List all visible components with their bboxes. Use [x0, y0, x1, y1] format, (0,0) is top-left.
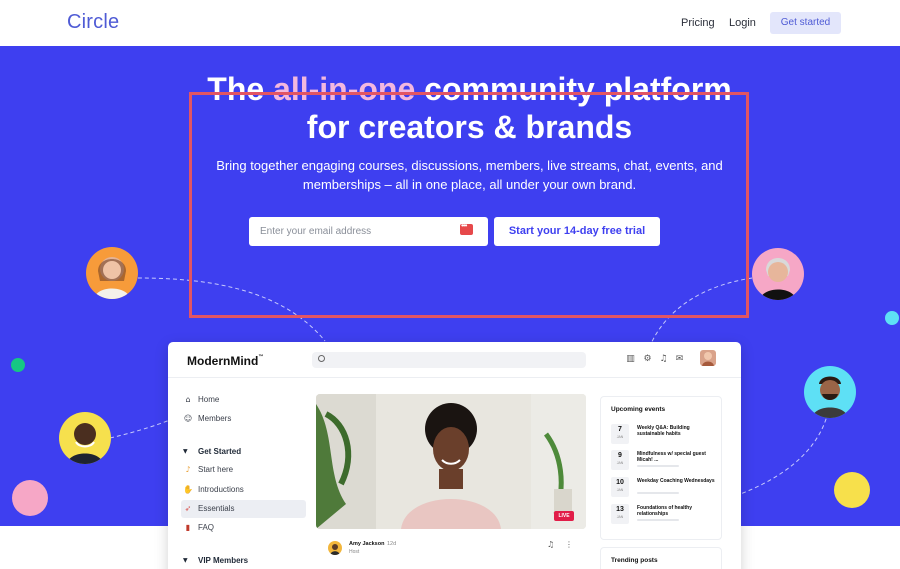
avatar-man-right	[804, 366, 856, 418]
post-author-name[interactable]: Amy Jackson	[349, 541, 384, 547]
chat-icon[interactable]: ✉	[674, 354, 685, 365]
sidebar-item-home[interactable]: ⌂ Home	[181, 391, 306, 409]
more-options-icon[interactable]: ⋮	[565, 540, 573, 549]
nav-link-pricing[interactable]: Pricing	[681, 17, 715, 29]
user-avatar[interactable]	[700, 350, 716, 366]
app-brand: ModernMind™	[187, 354, 264, 368]
home-icon: ⌂	[185, 395, 191, 404]
notification-bell-icon[interactable]: ♫	[547, 540, 554, 549]
highlight-annotation	[189, 92, 749, 318]
event-item[interactable]: 9 JAN Mindfulness w/ special guest Micah!…	[611, 450, 716, 472]
headphones-icon: ♪	[185, 465, 191, 474]
event-date: 9 JAN	[611, 450, 629, 470]
trending-title: Trending posts	[611, 557, 658, 564]
settings-icon[interactable]: ⚙	[642, 354, 653, 365]
green-dot	[11, 358, 25, 372]
event-item[interactable]: 10 JAN Weekday Coaching Wednesdays	[611, 477, 716, 499]
sidebar-item-essentials[interactable]: ➶ Essentials	[181, 500, 306, 518]
connector-right-bottom	[734, 411, 829, 497]
event-date: 10 JAN	[611, 477, 629, 497]
sidebar-item-introductions[interactable]: ✋ Introductions	[181, 481, 306, 499]
top-navigation: Circle Pricing Login Get started	[0, 0, 900, 46]
video-scene	[316, 394, 586, 529]
get-started-button[interactable]: Get started	[770, 12, 841, 34]
app-sidebar: ⌂ Home ☺ Members ▼ Get Started ♪ Start here …	[168, 378, 313, 569]
avatar-man-left	[59, 412, 111, 464]
connector-left-bottom	[109, 417, 176, 439]
yellow-dot	[834, 472, 870, 508]
event-date: 7 JAN	[611, 424, 629, 444]
book-icon: ▮	[185, 523, 191, 532]
search-icon	[318, 355, 325, 362]
cyan-dot	[885, 311, 899, 325]
trending-posts-card: Trending posts	[600, 547, 722, 569]
post-author-avatar[interactable]	[328, 541, 342, 555]
live-badge: LIVE	[554, 511, 574, 521]
analytics-icon[interactable]: ▥	[625, 354, 636, 365]
sidebar-item-faq[interactable]: ▮ FAQ	[181, 519, 306, 537]
event-item[interactable]: 13 JAN Foundations of healthy relationshi…	[611, 504, 716, 526]
event-placeholder-bar	[637, 492, 679, 494]
upcoming-events-card: Upcoming events 7 JAN Weekly Q&A: Buildin…	[600, 396, 722, 540]
sidebar-item-members[interactable]: ☺ Members	[181, 410, 306, 428]
sidebar-item-start-here[interactable]: ♪ Start here	[181, 461, 306, 479]
sidebar-section-get-started[interactable]: ▼ Get Started	[181, 445, 241, 459]
chevron-down-icon: ▼	[183, 448, 188, 455]
avatar-woman-right	[752, 248, 804, 300]
event-placeholder-bar	[637, 465, 679, 467]
app-preview-window: ModernMind™ ▥ ⚙ ♫ ✉ ⌂ Home ☺ Members ▼ Get …	[168, 342, 741, 569]
live-video-thumbnail[interactable]	[316, 394, 586, 529]
circle-logo[interactable]: Circle	[67, 11, 119, 34]
event-date: 13 JAN	[611, 504, 629, 524]
pink-dot	[12, 480, 48, 516]
event-title: Weekly Q&A: Building sustainable habits	[637, 425, 690, 437]
wave-icon: ✋	[183, 485, 193, 494]
sidebar-section-vip-members[interactable]: ▼ VIP Members	[181, 554, 248, 568]
avatar-woman-left	[86, 247, 138, 299]
chevron-down-icon: ▼	[183, 557, 188, 564]
app-search-bar[interactable]	[312, 352, 586, 368]
nav-link-login[interactable]: Login	[729, 17, 756, 29]
event-title: Weekday Coaching Wednesdays	[637, 478, 715, 484]
event-title: Foundations of healthy relationships	[637, 505, 692, 517]
members-icon: ☺	[183, 414, 193, 423]
post-author-role: Host	[349, 549, 360, 555]
rocket-icon: ➶	[184, 504, 192, 513]
bell-icon[interactable]: ♫	[658, 354, 669, 365]
event-item[interactable]: 7 JAN Weekly Q&A: Building sustainable ha…	[611, 424, 716, 446]
event-placeholder-bar	[637, 519, 679, 521]
events-title: Upcoming events	[611, 406, 666, 413]
event-title: Mindfulness w/ special guest Micah! ...	[637, 451, 706, 463]
post-timestamp: 12d	[387, 541, 397, 547]
